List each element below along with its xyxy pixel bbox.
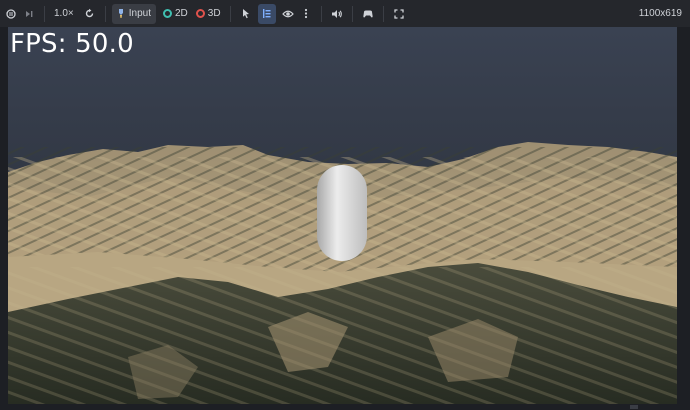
terrain-scene xyxy=(8,27,677,404)
toolbar-divider xyxy=(320,5,322,22)
reload-icon xyxy=(86,8,94,18)
mute-button[interactable] xyxy=(328,4,346,24)
list-icon xyxy=(262,9,271,18)
pause-icon xyxy=(6,8,16,19)
mode-2d-button[interactable]: 2D xyxy=(160,4,191,24)
step-icon xyxy=(26,10,33,17)
list-select-button[interactable] xyxy=(257,3,276,24)
mode-3d-label: 3D xyxy=(207,8,221,19)
resolution-readout: 1100x619 xyxy=(639,0,682,27)
controller-icon xyxy=(362,10,373,17)
step-frame-button[interactable] xyxy=(20,4,38,24)
embed-game-button[interactable] xyxy=(359,4,377,24)
mode-3d-button[interactable]: 3D xyxy=(193,4,224,24)
fullscreen-icon xyxy=(393,8,404,19)
toolbar-divider xyxy=(104,5,106,22)
speed-button[interactable]: 1.0× xyxy=(51,4,77,24)
reload-button[interactable] xyxy=(81,4,99,24)
toolbar-divider xyxy=(382,5,384,22)
speaker-icon xyxy=(331,9,342,18)
fullscreen-button[interactable] xyxy=(390,4,408,24)
select-pointer-button[interactable] xyxy=(237,4,255,24)
pause-button[interactable] xyxy=(2,4,20,24)
mode-2d-icon xyxy=(163,9,172,18)
viewport-border-bottom xyxy=(0,404,690,410)
toolbar-divider xyxy=(351,5,353,22)
input-toggle[interactable]: Input xyxy=(111,3,156,24)
toolbar-divider xyxy=(44,5,45,22)
visibility-button[interactable] xyxy=(279,4,297,24)
more-options-button[interactable] xyxy=(297,4,315,24)
input-icon xyxy=(118,9,123,18)
viewport-border-right xyxy=(677,27,690,410)
resize-handle[interactable] xyxy=(630,405,638,409)
more-icon xyxy=(304,8,307,19)
speed-label: 1.0× xyxy=(54,8,74,19)
fps-counter: FPS: 50.0 xyxy=(10,29,134,59)
input-label: Input xyxy=(128,8,151,19)
toolbar-divider xyxy=(229,5,231,22)
player-capsule xyxy=(317,165,367,261)
pointer-icon xyxy=(242,9,249,19)
eye-icon xyxy=(281,10,294,17)
mode-3d-icon xyxy=(195,9,205,18)
mode-2d-label: 2D xyxy=(175,8,188,19)
game-toolbar: 1.0× Input 2D 3D 1100x619 xyxy=(0,0,690,27)
game-viewport[interactable]: FPS: 50.0 xyxy=(8,27,677,404)
resolution-label: 1100x619 xyxy=(638,8,682,19)
